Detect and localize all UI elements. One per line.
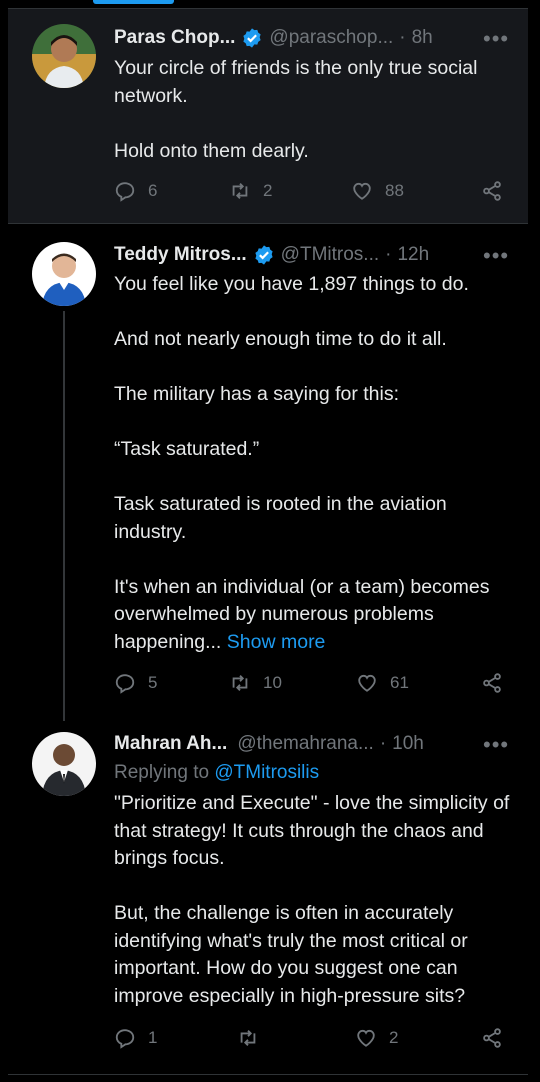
tweet-header: Paras Chop... @paraschop... · 8h xyxy=(114,25,433,51)
reply-count: 1 xyxy=(148,1028,158,1047)
tweet-actions: 1 2 xyxy=(114,1027,514,1057)
heart-icon xyxy=(357,1029,375,1047)
avatar[interactable] xyxy=(32,732,96,796)
show-more-link[interactable]: Show more xyxy=(227,631,326,653)
author-name[interactable]: Teddy Mitros... xyxy=(114,244,247,266)
replying-label: Replying to xyxy=(114,762,210,783)
divider xyxy=(8,1074,528,1075)
avatar[interactable] xyxy=(32,242,96,306)
tweet-header: Mahran Ah... @themahrana... · 10h xyxy=(114,731,424,757)
heart-icon xyxy=(353,182,371,200)
like-button[interactable]: 2 xyxy=(355,1027,398,1049)
replying-to: Replying to @TMitrosilis xyxy=(114,762,319,784)
separator-dot: · xyxy=(379,733,387,754)
timestamp[interactable]: 10h xyxy=(392,733,424,755)
repost-button[interactable] xyxy=(237,1027,271,1049)
tweet-actions: 6 2 88 xyxy=(114,180,514,210)
replying-to-handle[interactable]: @TMitrosilis xyxy=(214,762,319,783)
more-options-icon[interactable]: ••• xyxy=(483,243,509,269)
like-button[interactable]: 61 xyxy=(356,672,409,694)
tweet-text: Your circle of friends is the only true … xyxy=(114,57,478,162)
avatar[interactable] xyxy=(32,24,96,88)
like-count: 2 xyxy=(389,1028,399,1047)
share-button[interactable] xyxy=(481,180,503,207)
reply-icon xyxy=(115,1029,135,1049)
reply-count: 5 xyxy=(148,673,158,692)
repost-button[interactable]: 2 xyxy=(229,180,272,202)
repost-count: 2 xyxy=(263,181,273,200)
thread-line xyxy=(63,311,65,721)
tweet-actions: 5 10 61 xyxy=(114,672,514,702)
reply-button[interactable]: 6 xyxy=(114,180,157,202)
repost-icon xyxy=(232,183,248,199)
share-icon xyxy=(483,673,501,693)
like-count: 61 xyxy=(390,673,409,692)
active-tab-indicator xyxy=(93,0,174,4)
tweet-text: "Prioritize and Execute" - love the simp… xyxy=(114,792,510,1007)
more-options-icon[interactable]: ••• xyxy=(483,732,509,758)
verified-badge-icon xyxy=(255,245,273,265)
repost-icon xyxy=(232,675,248,691)
share-button[interactable] xyxy=(481,1027,503,1054)
like-count: 88 xyxy=(385,181,404,200)
author-handle[interactable]: @themahrana... xyxy=(237,733,374,755)
repost-icon xyxy=(240,1030,256,1046)
repost-count: 10 xyxy=(263,673,282,692)
reply-button[interactable]: 5 xyxy=(114,672,157,694)
timestamp[interactable]: 8h xyxy=(412,27,433,49)
verified-badge-icon xyxy=(243,28,262,48)
share-icon xyxy=(483,181,501,201)
author-name[interactable]: Mahran Ah... xyxy=(114,733,227,755)
reply-count: 6 xyxy=(148,181,158,200)
more-options-icon[interactable]: ••• xyxy=(483,26,509,52)
share-button[interactable] xyxy=(481,672,503,699)
reply-icon xyxy=(115,182,135,202)
tweet-text: You feel like you have 1,897 things to d… xyxy=(114,271,514,656)
tweet-header: Teddy Mitros... @TMitros... · 12h xyxy=(114,242,429,268)
like-button[interactable]: 88 xyxy=(351,180,404,202)
share-icon xyxy=(483,1028,501,1048)
repost-button[interactable]: 10 xyxy=(229,672,282,694)
author-handle[interactable]: @TMitros... xyxy=(281,244,379,266)
heart-icon xyxy=(358,674,376,692)
tweet-body: You feel like you have 1,897 things to d… xyxy=(114,273,490,653)
reply-button[interactable]: 1 xyxy=(114,1027,157,1049)
timestamp[interactable]: 12h xyxy=(397,244,429,266)
author-name[interactable]: Paras Chop... xyxy=(114,27,235,49)
reply-icon xyxy=(115,674,135,694)
divider xyxy=(8,223,528,224)
separator-dot: · xyxy=(385,244,392,265)
author-handle[interactable]: @paraschop... xyxy=(269,27,393,49)
separator-dot: · xyxy=(399,27,406,48)
